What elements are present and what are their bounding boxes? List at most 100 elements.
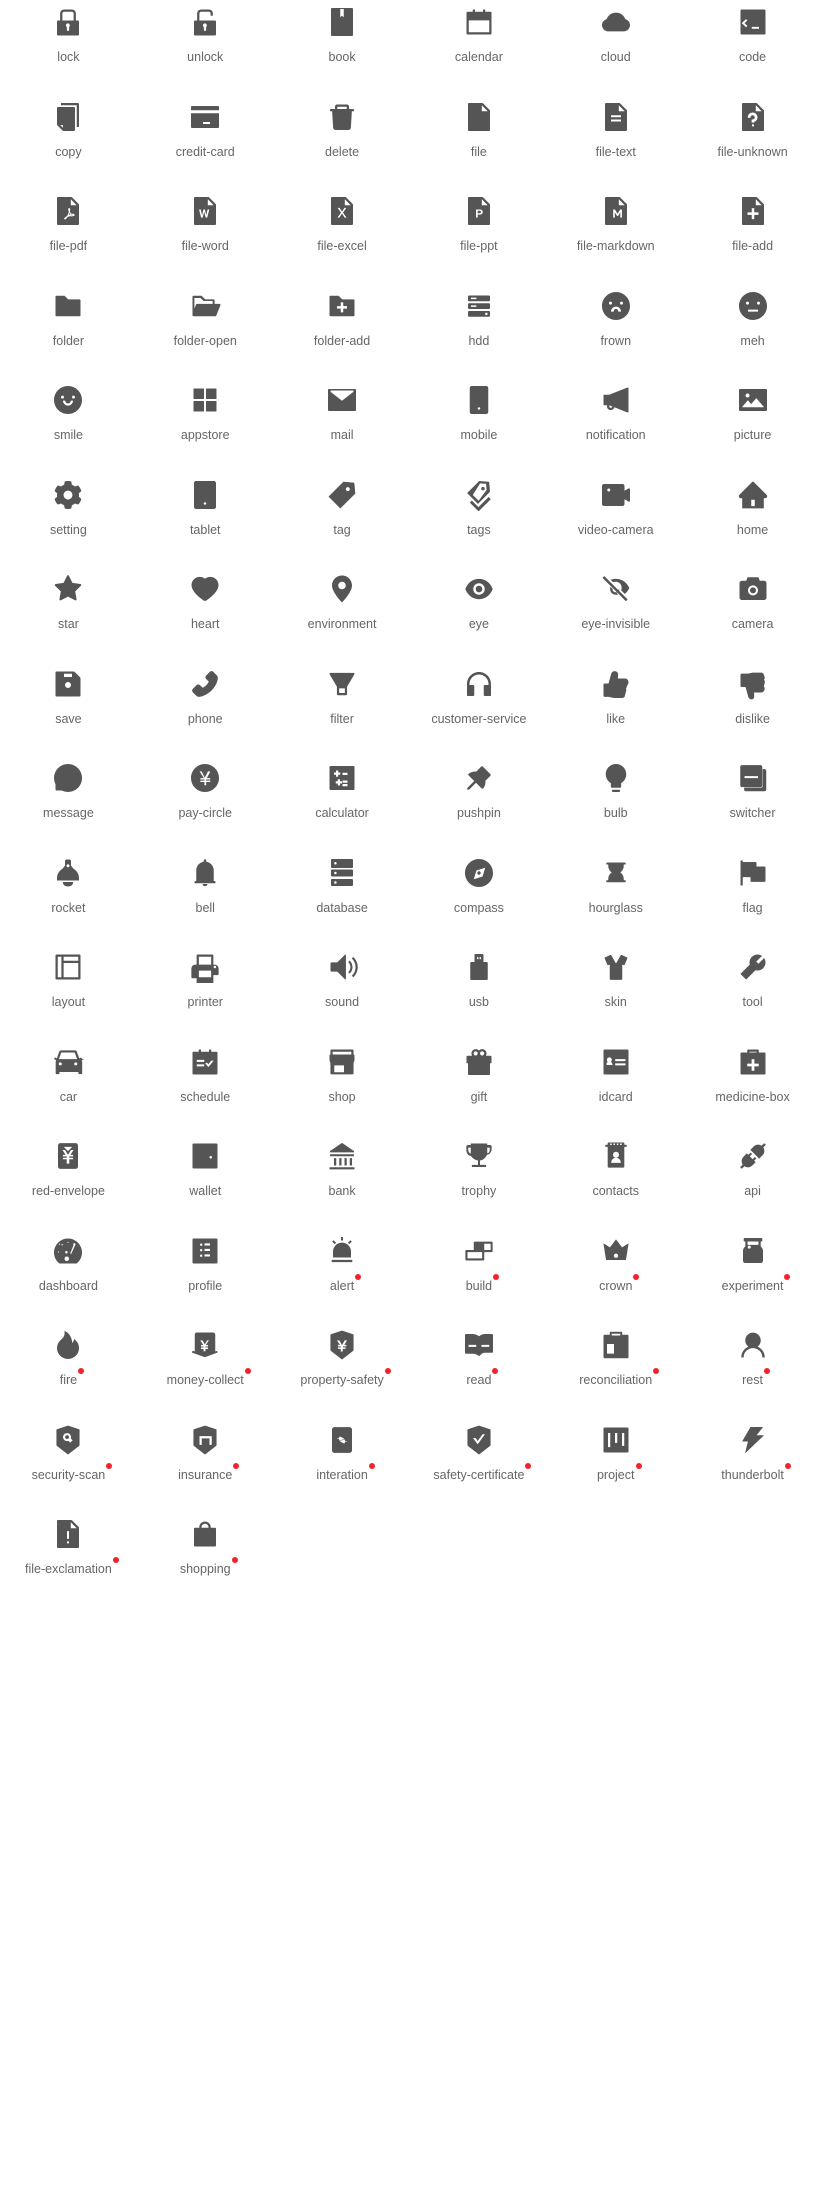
appstore-icon[interactable] — [189, 384, 221, 416]
switcher-icon[interactable] — [737, 762, 769, 794]
like-icon[interactable] — [600, 668, 632, 700]
icon-cell[interactable]: mobile — [410, 378, 547, 442]
notification-icon[interactable] — [600, 384, 632, 416]
icon-cell[interactable]: unlock — [137, 0, 274, 64]
folder-add-icon[interactable] — [326, 290, 358, 322]
icon-cell[interactable]: filter — [274, 662, 411, 726]
tool-icon[interactable] — [737, 951, 769, 983]
icon-cell[interactable]: folder-open — [137, 284, 274, 348]
phone-icon[interactable] — [189, 668, 221, 700]
icon-cell[interactable]: rocket — [0, 851, 137, 915]
icon-cell[interactable]: project — [547, 1418, 684, 1482]
setting-icon[interactable] — [52, 479, 84, 511]
mobile-icon[interactable] — [463, 384, 495, 416]
dashboard-icon[interactable] — [52, 1235, 84, 1267]
icon-cell[interactable]: phone — [137, 662, 274, 726]
tablet-icon[interactable] — [189, 479, 221, 511]
icon-cell[interactable]: schedule — [137, 1040, 274, 1104]
fire-icon[interactable] — [52, 1329, 84, 1361]
icon-cell[interactable]: fire — [0, 1323, 137, 1387]
shopping-icon[interactable] — [189, 1518, 221, 1550]
icon-cell[interactable]: meh — [684, 284, 821, 348]
insurance-icon[interactable] — [189, 1424, 221, 1456]
credit-card-icon[interactable] — [189, 101, 221, 133]
reconciliation-icon[interactable] — [600, 1329, 632, 1361]
gift-icon[interactable] — [463, 1046, 495, 1078]
icon-cell[interactable]: compass — [410, 851, 547, 915]
folder-icon[interactable] — [52, 290, 84, 322]
hourglass-icon[interactable] — [600, 857, 632, 889]
file-text-icon[interactable] — [600, 101, 632, 133]
icon-cell[interactable]: gift — [410, 1040, 547, 1104]
icon-cell[interactable]: file-exclamation — [0, 1512, 137, 1576]
icon-cell[interactable]: shopping — [137, 1512, 274, 1576]
icon-cell[interactable]: file-excel — [274, 189, 411, 253]
icon-cell[interactable]: mail — [274, 378, 411, 442]
icon-cell[interactable]: code — [684, 0, 821, 64]
file-word-icon[interactable] — [189, 195, 221, 227]
dislike-icon[interactable] — [737, 668, 769, 700]
experiment-icon[interactable] — [737, 1235, 769, 1267]
lock-icon[interactable] — [52, 6, 84, 38]
icon-cell[interactable]: home — [684, 473, 821, 537]
filter-icon[interactable] — [326, 668, 358, 700]
skin-icon[interactable] — [600, 951, 632, 983]
icon-cell[interactable]: folder — [0, 284, 137, 348]
icon-cell[interactable]: calculator — [274, 756, 411, 820]
icon-cell[interactable]: copy — [0, 95, 137, 159]
medicine-box-icon[interactable] — [737, 1046, 769, 1078]
icon-cell[interactable]: lock — [0, 0, 137, 64]
file-excel-icon[interactable] — [326, 195, 358, 227]
message-icon[interactable] — [52, 762, 84, 794]
interation-icon[interactable] — [326, 1424, 358, 1456]
bulb-icon[interactable] — [600, 762, 632, 794]
pay-circle-icon[interactable] — [189, 762, 221, 794]
tags-icon[interactable] — [463, 479, 495, 511]
icon-cell[interactable]: eye-invisible — [547, 567, 684, 631]
flag-icon[interactable] — [737, 857, 769, 889]
icon-cell[interactable]: printer — [137, 945, 274, 1009]
hdd-icon[interactable] — [463, 290, 495, 322]
calculator-icon[interactable] — [326, 762, 358, 794]
icon-cell[interactable]: eye — [410, 567, 547, 631]
icon-cell[interactable]: pushpin — [410, 756, 547, 820]
icon-cell[interactable]: idcard — [547, 1040, 684, 1104]
icon-cell[interactable]: usb — [410, 945, 547, 1009]
cloud-icon[interactable] — [600, 6, 632, 38]
icon-cell[interactable]: tool — [684, 945, 821, 1009]
icon-cell[interactable]: thunderbolt — [684, 1418, 821, 1482]
icon-cell[interactable]: appstore — [137, 378, 274, 442]
icon-cell[interactable]: pay-circle — [137, 756, 274, 820]
mail-icon[interactable] — [326, 384, 358, 416]
video-camera-icon[interactable] — [600, 479, 632, 511]
save-icon[interactable] — [52, 668, 84, 700]
picture-icon[interactable] — [737, 384, 769, 416]
icon-cell[interactable]: switcher — [684, 756, 821, 820]
icon-cell[interactable]: file-pdf — [0, 189, 137, 253]
icon-cell[interactable]: safety-certificate — [410, 1418, 547, 1482]
eye-invisible-icon[interactable] — [600, 573, 632, 605]
property-safety-icon[interactable] — [326, 1329, 358, 1361]
icon-cell[interactable]: tag — [274, 473, 411, 537]
icon-cell[interactable]: contacts — [547, 1134, 684, 1198]
frown-icon[interactable] — [600, 290, 632, 322]
icon-cell[interactable]: video-camera — [547, 473, 684, 537]
car-icon[interactable] — [52, 1046, 85, 1078]
file-pdf-icon[interactable] — [52, 195, 84, 227]
icon-cell[interactable]: experiment — [684, 1229, 821, 1293]
icon-cell[interactable]: alert — [274, 1229, 411, 1293]
icon-cell[interactable]: star — [0, 567, 137, 631]
database-icon[interactable] — [326, 857, 358, 889]
icon-cell[interactable]: save — [0, 662, 137, 726]
icon-cell[interactable]: layout — [0, 945, 137, 1009]
icon-cell[interactable]: cloud — [547, 0, 684, 64]
file-unknown-icon[interactable] — [737, 101, 769, 133]
icon-cell[interactable]: skin — [547, 945, 684, 1009]
icon-cell[interactable]: notification — [547, 378, 684, 442]
icon-cell[interactable]: money-collect — [137, 1323, 274, 1387]
environment-icon[interactable] — [326, 573, 358, 605]
icon-cell[interactable]: file — [410, 95, 547, 159]
icon-cell[interactable]: bulb — [547, 756, 684, 820]
schedule-icon[interactable] — [189, 1046, 221, 1078]
rest-icon[interactable] — [737, 1329, 769, 1361]
